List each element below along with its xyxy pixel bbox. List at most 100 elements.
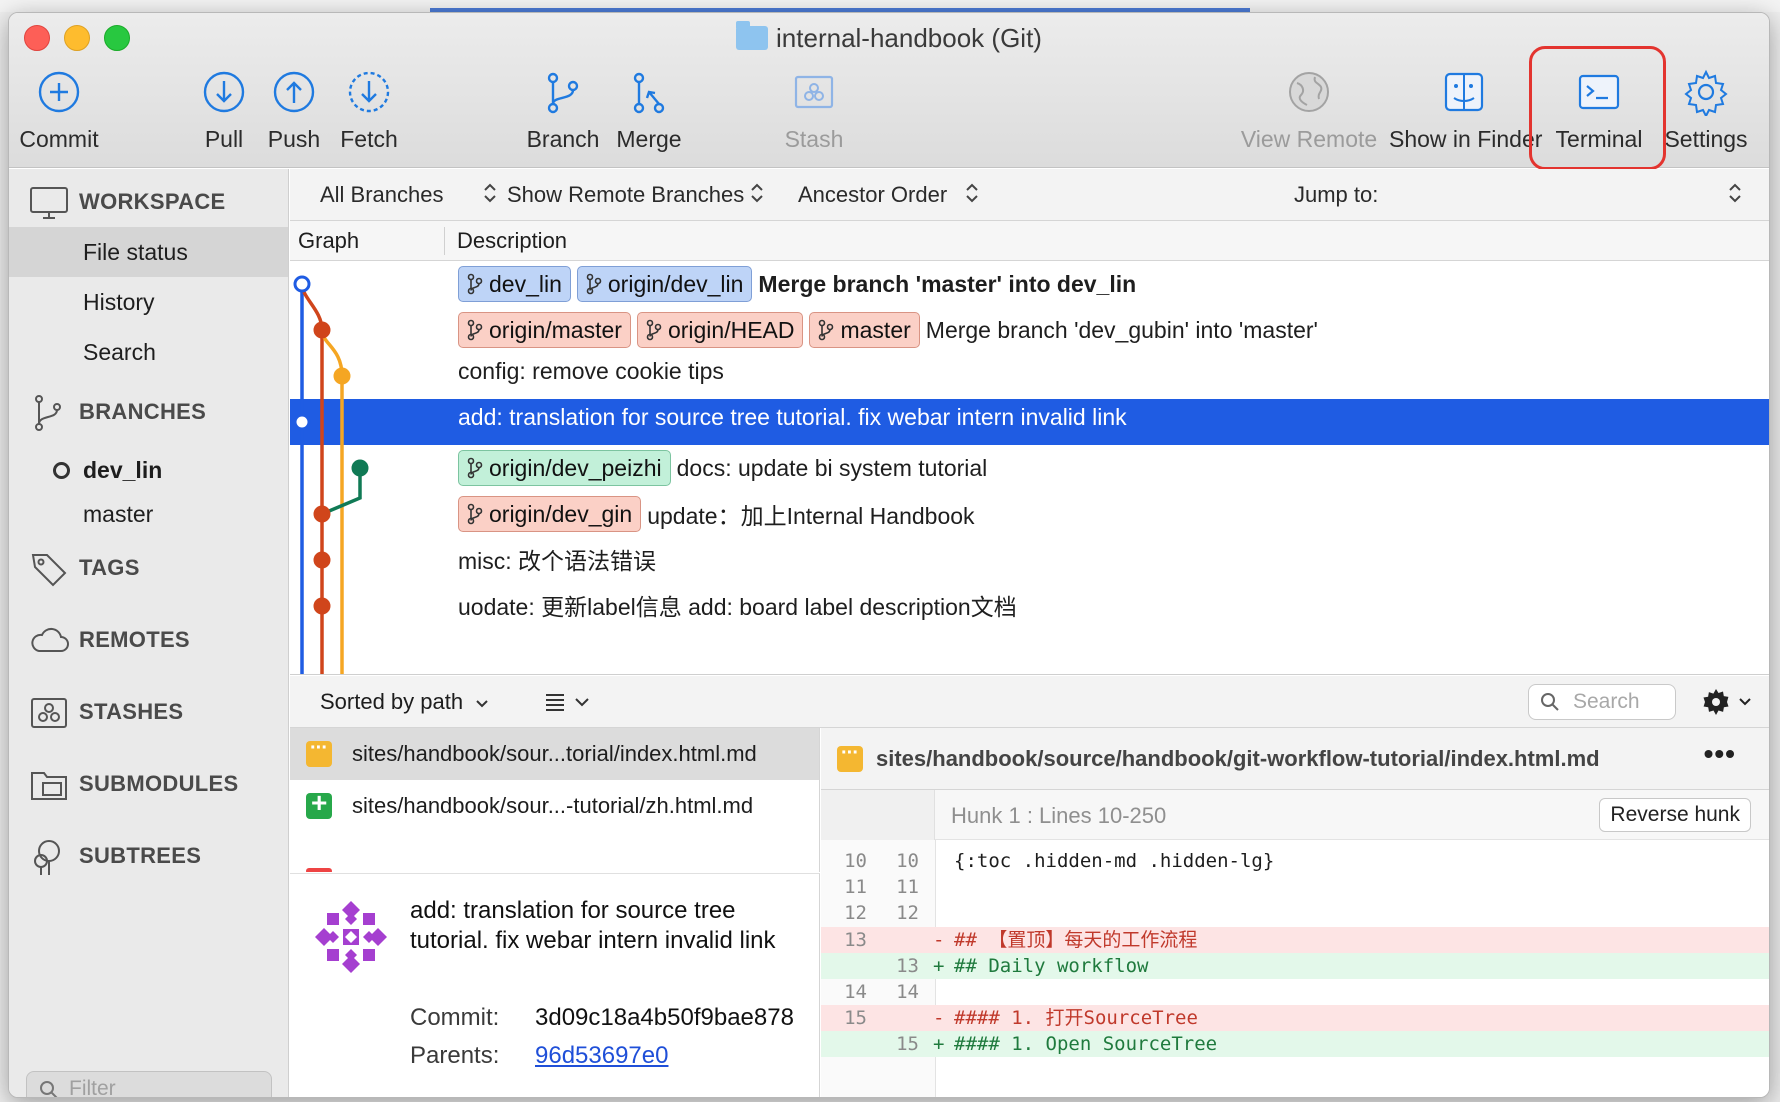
commit-row[interactable]: config: remove cookie tips <box>290 353 1769 399</box>
reverse-hunk-button[interactable]: Reverse hunk <box>1599 798 1751 832</box>
fetch-icon <box>348 71 390 113</box>
commit-row[interactable]: origin/dev_gin update：加上Internal Handbook <box>290 491 1769 537</box>
diff-line[interactable]: 14 14 <box>821 979 1769 1005</box>
sidebar-item-branch-dev-lin[interactable]: dev_lin <box>9 445 288 495</box>
fetch-button[interactable]: Fetch <box>329 68 409 153</box>
sort-select[interactable]: Sorted by path <box>320 689 489 715</box>
file-search-input[interactable]: Search <box>1528 684 1676 720</box>
diff-code: #### 1. 打开SourceTree <box>954 1007 1198 1030</box>
commit-message: update：加上Internal Handbook <box>647 503 975 529</box>
diff-line[interactable]: 15 + #### 1. Open SourceTree <box>821 1031 1769 1058</box>
updown-chevron-icon <box>484 183 496 203</box>
commit-node[interactable] <box>313 597 331 615</box>
sidebar-section-workspace[interactable]: WORKSPACE <box>29 183 226 223</box>
branch-tag[interactable]: origin/dev_peizhi <box>458 450 671 486</box>
branch-icon <box>586 273 602 295</box>
branch-button[interactable]: Branch <box>521 68 605 153</box>
parent-hash-link[interactable]: 96d53697e0 <box>535 1042 668 1070</box>
commit-description: uodate: 更新label信息 add: board label descr… <box>458 588 1017 622</box>
old-line-number: 12 <box>844 902 867 925</box>
commit-row[interactable]: add: translation for source tree tutoria… <box>290 399 1769 445</box>
file-row[interactable]: sites/handbook/sour...-tutorial/zh.html.… <box>290 780 819 832</box>
branch-tag[interactable]: dev_lin <box>458 266 571 302</box>
show-in-finder-button[interactable]: Show in Finder <box>1389 68 1542 153</box>
diff-line[interactable]: 12 12 <box>821 900 1769 926</box>
commit-description: origin/dev_gin update：加上Internal Handbook <box>458 496 975 532</box>
next-file-icon-partial <box>306 868 332 872</box>
commit-node[interactable] <box>351 459 369 477</box>
branch-tag[interactable]: origin/dev_gin <box>458 496 642 532</box>
graph-column-header[interactable]: Graph <box>298 228 359 254</box>
commit-node[interactable] <box>313 321 331 339</box>
view-remote-button[interactable]: View Remote <box>1234 68 1384 153</box>
commit-node[interactable] <box>293 413 311 431</box>
line-number-gutter <box>821 790 935 840</box>
remote-branches-select[interactable]: Show Remote Branches <box>507 182 763 208</box>
files-toolbar: Sorted by path Search <box>290 676 1769 728</box>
branch-tag[interactable]: master <box>809 312 920 348</box>
sidebar-section-subtrees[interactable]: SUBTREES <box>29 837 201 877</box>
order-select[interactable]: Ancestor Order <box>798 182 978 208</box>
branch-tag[interactable]: origin/HEAD <box>636 312 804 348</box>
sidebar-section-submodules[interactable]: SUBMODULES <box>29 765 238 805</box>
diff-line[interactable]: 13 + ## Daily workflow <box>821 952 1769 979</box>
commit-message: Merge branch 'dev_gubin' into 'master' <box>925 316 1318 343</box>
push-button[interactable]: Push <box>259 68 329 153</box>
commit-row[interactable]: dev_lin origin/dev_lin Merge branch 'maste… <box>290 261 1769 307</box>
commit-button[interactable]: Commit <box>19 68 99 153</box>
old-line-number: 13 <box>844 928 867 951</box>
branch-icon <box>467 273 483 295</box>
gear-menu-icon[interactable] <box>1700 684 1760 720</box>
pull-button[interactable]: Pull <box>189 68 259 153</box>
commit-node[interactable] <box>333 367 351 385</box>
list-view-icon[interactable] <box>540 688 600 716</box>
new-line-number: 11 <box>896 876 919 899</box>
branch-tag-label: origin/dev_lin <box>607 270 744 297</box>
sidebar-filter-input[interactable]: Filter <box>26 1071 272 1097</box>
sidebar-item-branch-master[interactable]: master <box>9 489 288 539</box>
more-options-icon[interactable]: ••• <box>1704 738 1736 770</box>
commit-row[interactable]: origin/dev_peizhi docs: update bi system … <box>290 445 1769 491</box>
commit-node[interactable] <box>293 275 311 293</box>
commit-node[interactable] <box>313 551 331 569</box>
commit-message: uodate: 更新label信息 add: board label descr… <box>458 594 1017 620</box>
stash-button[interactable]: Stash <box>774 68 854 153</box>
sidebar-section-stashes[interactable]: STASHES <box>29 693 183 733</box>
sidebar-item-search[interactable]: Search <box>9 327 288 377</box>
sidebar-section-branches[interactable]: BRANCHES <box>29 393 206 433</box>
commit-row[interactable]: uodate: 更新label信息 add: board label descr… <box>290 583 1769 629</box>
commit-message: Merge branch 'master' into dev_lin <box>758 270 1137 297</box>
diff-line[interactable]: 13 - ## 【置顶】每天的工作流程 <box>821 926 1769 953</box>
commit-description: config: remove cookie tips <box>458 358 724 385</box>
new-line-number: 13 <box>896 954 919 977</box>
sidebar-item-file-status[interactable]: File status <box>9 227 288 277</box>
diff-line[interactable]: 15 - #### 1. 打开SourceTree <box>821 1005 1769 1032</box>
sidebar-section-tags[interactable]: TAGS <box>29 549 140 589</box>
branch-icon <box>467 503 483 525</box>
commit-row[interactable]: misc: 改个语法错误 <box>290 537 1769 583</box>
description-column-header[interactable]: Description <box>457 228 567 254</box>
merge-button[interactable]: Merge <box>609 68 689 153</box>
commit-row[interactable]: origin/master origin/HEAD master Merge bran… <box>290 307 1769 353</box>
branch-filter-select[interactable]: All Branches <box>320 182 496 208</box>
jump-to-select[interactable]: Jump to: <box>1294 182 1766 208</box>
diff-file-path: sites/handbook/source/handbook/git-workf… <box>876 746 1600 771</box>
sidebar-section-remotes[interactable]: REMOTES <box>29 621 190 661</box>
branch-tag[interactable]: origin/dev_lin <box>576 266 753 302</box>
updown-chevron-icon <box>966 183 978 203</box>
column-divider <box>444 227 445 255</box>
diff-sign: - <box>933 1007 945 1030</box>
diff-line[interactable]: 10 10 {:toc .hidden-md .hidden-lg} <box>821 848 1769 874</box>
settings-button[interactable]: Settings <box>1661 68 1751 153</box>
sidebar-item-history[interactable]: History <box>9 277 288 327</box>
commit-graph <box>293 275 369 674</box>
old-line-number: 15 <box>844 1007 867 1030</box>
commit-node[interactable] <box>313 505 331 523</box>
file-row[interactable]: sites/handbook/sour...torial/index.html.… <box>290 728 819 780</box>
cloud-icon <box>31 627 69 652</box>
branch-tag[interactable]: origin/master <box>458 312 631 348</box>
commit-description: dev_lin origin/dev_lin Merge branch 'maste… <box>458 266 1136 302</box>
diff-line[interactable]: 11 11 <box>821 874 1769 900</box>
stash-icon <box>31 698 67 728</box>
diff-panel: sites/handbook/source/handbook/git-workf… <box>821 728 1769 1097</box>
